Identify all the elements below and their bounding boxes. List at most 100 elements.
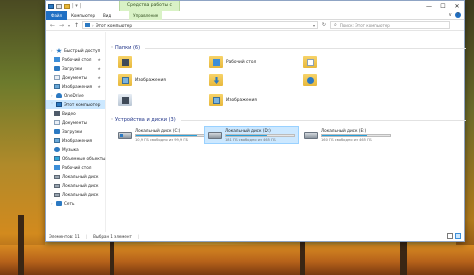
sidebar-item-onedrive[interactable]: › OneDrive: [46, 91, 105, 100]
music-icon: [54, 147, 60, 152]
sidebar-item-drive-d[interactable]: Локальный диск: [46, 181, 105, 190]
star-icon: [56, 48, 62, 53]
sidebar-item-downloads-pinned[interactable]: Загрузки ★: [46, 64, 105, 73]
folder-pictures-2[interactable]: Изображения: [209, 94, 257, 106]
address-path: Этот компьютер: [95, 22, 133, 28]
minimize-button[interactable]: —: [422, 1, 436, 11]
sidebar-item-pictures[interactable]: Изображения: [46, 136, 105, 145]
sidebar-item-network[interactable]: › Сеть: [46, 199, 105, 208]
download-icon: [54, 129, 60, 134]
back-button[interactable]: ←: [49, 22, 56, 29]
drive-icon: [208, 131, 222, 139]
folder-music[interactable]: [303, 74, 320, 86]
address-dropdown-icon[interactable]: ▾: [313, 23, 315, 28]
drive-d-tile[interactable]: Локальный диск (D:) 181 ГБ свободно из 4…: [204, 126, 299, 144]
title-prefix[interactable]: | ▾ |: [72, 3, 81, 9]
download-icon: [54, 66, 60, 71]
desktop-icon: [54, 57, 60, 62]
properties-icon[interactable]: [56, 3, 62, 9]
pictures-folder-icon: [118, 74, 132, 86]
navigation-bar: ← → ▾ ↑ › Этот компьютер ▾ ↻ ⌕ Поиск: Эт…: [46, 20, 464, 31]
up-button[interactable]: ↑: [73, 22, 80, 29]
drive-e-name: Локальный диск (E:): [321, 128, 367, 133]
drive-c-usage-bar: [135, 134, 205, 137]
3d-objects-folder-icon: [118, 94, 132, 106]
wallpaper-tree: [18, 215, 24, 275]
pin-icon: ★: [97, 57, 101, 62]
drive-e-tile[interactable]: Локальный диск (E:) 160 ГБ свободно из 4…: [301, 126, 394, 144]
folder-3d-objects[interactable]: [118, 94, 135, 106]
file-list: ˅ Папки (6) Рабочий стол Изображения Изо…: [106, 32, 466, 232]
details-view-icon[interactable]: [447, 233, 453, 239]
drive-c-tile[interactable]: Локальный диск (C:) 10,9 ГБ свободно из …: [115, 126, 208, 144]
help-icon[interactable]: ?: [455, 12, 461, 18]
drive-c-usage-fill: [136, 135, 197, 136]
tab-computer[interactable]: Компьютер: [67, 11, 99, 20]
title-bar: | ▾ | Средства работы с дисками — ☐ ✕: [46, 1, 464, 18]
pictures-icon: [54, 138, 60, 143]
sidebar-item-quick-access[interactable]: › Быстрый доступ: [46, 46, 105, 55]
maximize-button[interactable]: ☐: [436, 1, 450, 11]
sidebar-item-desktop[interactable]: Рабочий стол: [46, 163, 105, 172]
folder-downloads[interactable]: [209, 74, 226, 86]
close-button[interactable]: ✕: [450, 1, 464, 11]
pictures-icon: [54, 84, 60, 89]
sidebar-item-documents-pinned[interactable]: Документы ★: [46, 73, 105, 82]
downloads-folder-icon: [209, 74, 223, 86]
chevron-down-icon: ˅: [111, 117, 113, 123]
new-folder-icon[interactable]: [64, 3, 70, 9]
recent-locations-button[interactable]: ▾: [67, 23, 71, 28]
sidebar-item-3d-objects[interactable]: Объемные объекты: [46, 154, 105, 163]
window-controls: — ☐ ✕: [422, 1, 464, 11]
content-area: › Быстрый доступ Рабочий стол ★ Загрузки ★ …: [46, 32, 466, 232]
sidebar-item-drive-e[interactable]: Локальный диск: [46, 190, 105, 199]
computer-icon: [85, 23, 90, 27]
forward-button[interactable]: →: [58, 22, 65, 29]
selection-count: Выбран 1 элемент: [93, 234, 132, 239]
sidebar-item-downloads[interactable]: Загрузки: [46, 127, 105, 136]
sidebar-item-documents[interactable]: Документы: [46, 118, 105, 127]
search-icon: ⌕: [334, 22, 337, 28]
chevron-down-icon: ˅: [111, 45, 113, 51]
quick-access-toolbar: | ▾ |: [46, 1, 81, 11]
drive-c-name: Локальный диск (C:): [135, 128, 181, 133]
sidebar-item-this-pc[interactable]: ˅ Этот компьютер: [46, 100, 105, 109]
folder-desktop[interactable]: Рабочий стол: [209, 56, 256, 68]
drive-e-free-space: 160 ГБ свободно из 465 ГБ: [321, 138, 372, 142]
ribbon-right-controls: ∨ ?: [448, 12, 461, 18]
drive-d-name: Локальный диск (D:): [225, 128, 271, 133]
folder-videos[interactable]: [118, 56, 135, 68]
sidebar-item-drive-c[interactable]: Локальный диск: [46, 172, 105, 181]
pictures-folder-icon: [209, 94, 223, 106]
drive-tools-context-tab: Средства работы с дисками: [119, 1, 180, 18]
search-input[interactable]: ⌕ Поиск: Этот компьютер: [330, 21, 450, 29]
documents-icon: [54, 75, 60, 80]
expand-ribbon-icon[interactable]: ∨: [448, 12, 452, 18]
pin-icon: ★: [97, 84, 101, 89]
folder-documents[interactable]: [303, 56, 320, 68]
view-switcher: [447, 233, 461, 239]
tab-file[interactable]: Файл: [46, 10, 68, 20]
sidebar-item-music[interactable]: Музыка: [46, 145, 105, 154]
desktop-icon: [54, 165, 60, 170]
drive-d-usage-bar: [225, 134, 295, 137]
drives-group-header[interactable]: ˅ Устройства и диски (3): [111, 117, 466, 123]
desktop-folder-icon: [209, 56, 223, 68]
refresh-button[interactable]: ↻: [320, 22, 328, 28]
sidebar-item-desktop-pinned[interactable]: Рабочий стол ★: [46, 55, 105, 64]
tiles-view-icon[interactable]: [455, 233, 461, 239]
tab-manage[interactable]: Управление: [129, 10, 163, 20]
drive-c-free-space: 10,9 ГБ свободно из 99,9 ГБ: [135, 138, 189, 142]
cloud-icon: [56, 93, 62, 98]
computer-icon[interactable]: [48, 3, 54, 9]
sidebar-item-pictures-pinned[interactable]: Изображения ★: [46, 82, 105, 91]
item-count: Элементов: 11: [49, 234, 80, 239]
tab-view[interactable]: Вид: [99, 11, 115, 20]
folders-group-header[interactable]: ˅ Папки (6): [111, 45, 466, 51]
navigation-pane: › Быстрый доступ Рабочий стол ★ Загрузки ★ …: [46, 32, 106, 232]
sidebar-item-videos[interactable]: Видео: [46, 109, 105, 118]
status-bar: Элементов: 11 | Выбран 1 элемент |: [46, 232, 464, 241]
folder-pictures-1[interactable]: Изображения: [118, 74, 166, 86]
address-bar[interactable]: › Этот компьютер ▾: [82, 21, 318, 29]
computer-icon: [56, 102, 62, 107]
